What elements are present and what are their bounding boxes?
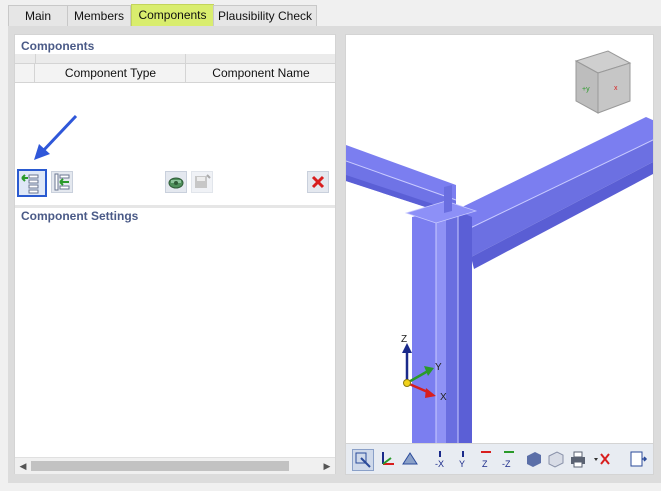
column-header-component-name[interactable]: Component Name: [185, 64, 336, 82]
axes-icon[interactable]: [377, 449, 397, 469]
svg-text:x: x: [614, 85, 618, 92]
library-icon: [168, 177, 184, 189]
axis-label-z: Z: [401, 334, 408, 345]
tab-bar: Main Members Components Plausibility Che…: [0, 0, 661, 26]
render-mode-icon[interactable]: [400, 449, 420, 469]
library-button[interactable]: [165, 171, 187, 193]
svg-text:Y: Y: [459, 459, 465, 469]
transparent-icon[interactable]: [546, 449, 566, 469]
reset-icon[interactable]: [592, 449, 612, 469]
components-panel: Components Component Type Component Name: [14, 34, 336, 474]
view-y-icon[interactable]: Y: [453, 449, 473, 469]
print-icon[interactable]: [568, 449, 588, 469]
tab-components[interactable]: Components: [131, 4, 214, 26]
save-to-library-icon: [195, 174, 211, 188]
column-header-component-type[interactable]: Component Type: [34, 64, 186, 82]
tab-main[interactable]: Main: [8, 5, 68, 26]
exit-view-icon[interactable]: [628, 449, 648, 469]
delete-icon: [311, 175, 325, 189]
3d-view[interactable]: +y x Z Y X: [345, 34, 654, 444]
components-section-title: Components: [21, 39, 95, 53]
scroll-left-icon[interactable]: ◀: [16, 460, 30, 472]
scroll-right-icon[interactable]: ▶: [320, 460, 334, 472]
new-component-icon: [21, 174, 39, 194]
tab-plausibility-check[interactable]: Plausibility Check: [213, 5, 317, 26]
annotation-arrow-icon: [34, 114, 78, 160]
member-model-render: +y x: [346, 50, 653, 443]
components-grid-header: Component Type Component Name: [15, 64, 335, 83]
svg-text:Z: Z: [482, 459, 488, 469]
component-settings-title: Component Settings: [21, 209, 139, 223]
svg-text:-Z: -Z: [502, 459, 511, 469]
insert-component-button[interactable]: [51, 171, 73, 193]
delete-button[interactable]: [307, 171, 329, 193]
components-grid-header-band: [15, 54, 335, 64]
insert-component-icon: [54, 173, 70, 191]
view-z-icon[interactable]: Z: [476, 449, 496, 469]
scrollbar-thumb[interactable]: [31, 461, 289, 471]
save-to-library-button[interactable]: [191, 171, 213, 193]
view-selection-icon[interactable]: [352, 449, 374, 471]
svg-text:+y: +y: [582, 86, 590, 93]
section-divider: [15, 205, 335, 208]
tab-members[interactable]: Members: [67, 5, 131, 26]
horizontal-scrollbar[interactable]: ◀ ▶: [15, 457, 335, 474]
svg-text:-X: -X: [435, 459, 444, 469]
view-minus-z-icon[interactable]: -Z: [499, 449, 519, 469]
view-x-icon[interactable]: -X: [430, 449, 450, 469]
axis-label-x: X: [440, 392, 447, 403]
axis-label-y: Y: [435, 362, 442, 373]
row-number-header: [15, 64, 34, 82]
new-component-button[interactable]: [17, 169, 47, 197]
view-cube-icon: +y x: [574, 50, 632, 114]
view-toolbar: -X Y Z -Z: [345, 444, 654, 475]
solid-icon[interactable]: [524, 449, 544, 469]
